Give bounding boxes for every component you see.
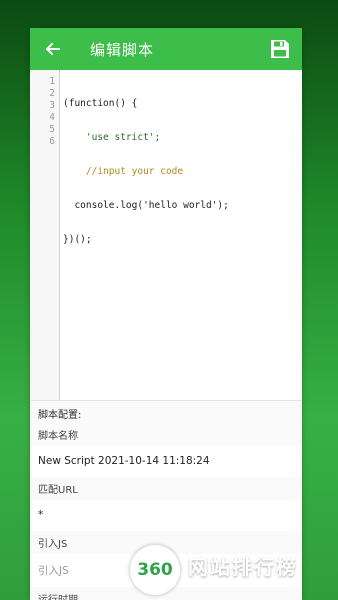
code-line: (function() { [63, 98, 138, 109]
watermark-title: 网站排行榜 [188, 555, 298, 579]
watermark: 360 网站排行榜 -WANGZHAN360.COM [130, 540, 338, 600]
section-title: 脚本配置: [38, 410, 82, 421]
code-line: //input your code [63, 166, 184, 177]
script-name-label: 脚本名称 [38, 431, 78, 442]
page-title: 编辑脚本 [90, 40, 155, 59]
line-number: 6 [49, 136, 55, 147]
code-editor[interactable]: 1 2 3 4 5 6 (function() { 'use strict'; … [30, 70, 302, 401]
code-line: 'use strict'; [63, 132, 161, 143]
line-number: 3 [49, 100, 55, 111]
code-line: console.log('hello world'); [63, 200, 229, 211]
line-number: 4 [49, 112, 55, 123]
line-number: 1 [49, 76, 55, 87]
line-number: 5 [49, 124, 55, 135]
script-editor-screen: 编辑脚本 1 2 3 4 5 6 (function() { 'use stri… [30, 28, 302, 600]
line-number-gutter: 1 2 3 4 5 6 [30, 70, 60, 400]
watermark-logo: 360 [130, 545, 180, 595]
code-line: })(); [63, 234, 92, 245]
line-number: 2 [49, 88, 55, 99]
script-name-input[interactable]: New Script 2021-10-14 11:18:24 [30, 446, 302, 477]
code-area[interactable]: (function() { 'use strict'; //input your… [60, 70, 302, 400]
arrow-left-icon[interactable] [40, 37, 64, 61]
match-url-input[interactable]: * [30, 500, 302, 531]
floppy-disk-icon[interactable] [268, 37, 292, 61]
include-js-value: 引入JS [38, 565, 69, 577]
app-toolbar: 编辑脚本 [30, 28, 302, 70]
watermark-subtitle: -WANGZHAN360.COM [188, 580, 292, 589]
match-url-label: 匹配URL [38, 485, 78, 496]
